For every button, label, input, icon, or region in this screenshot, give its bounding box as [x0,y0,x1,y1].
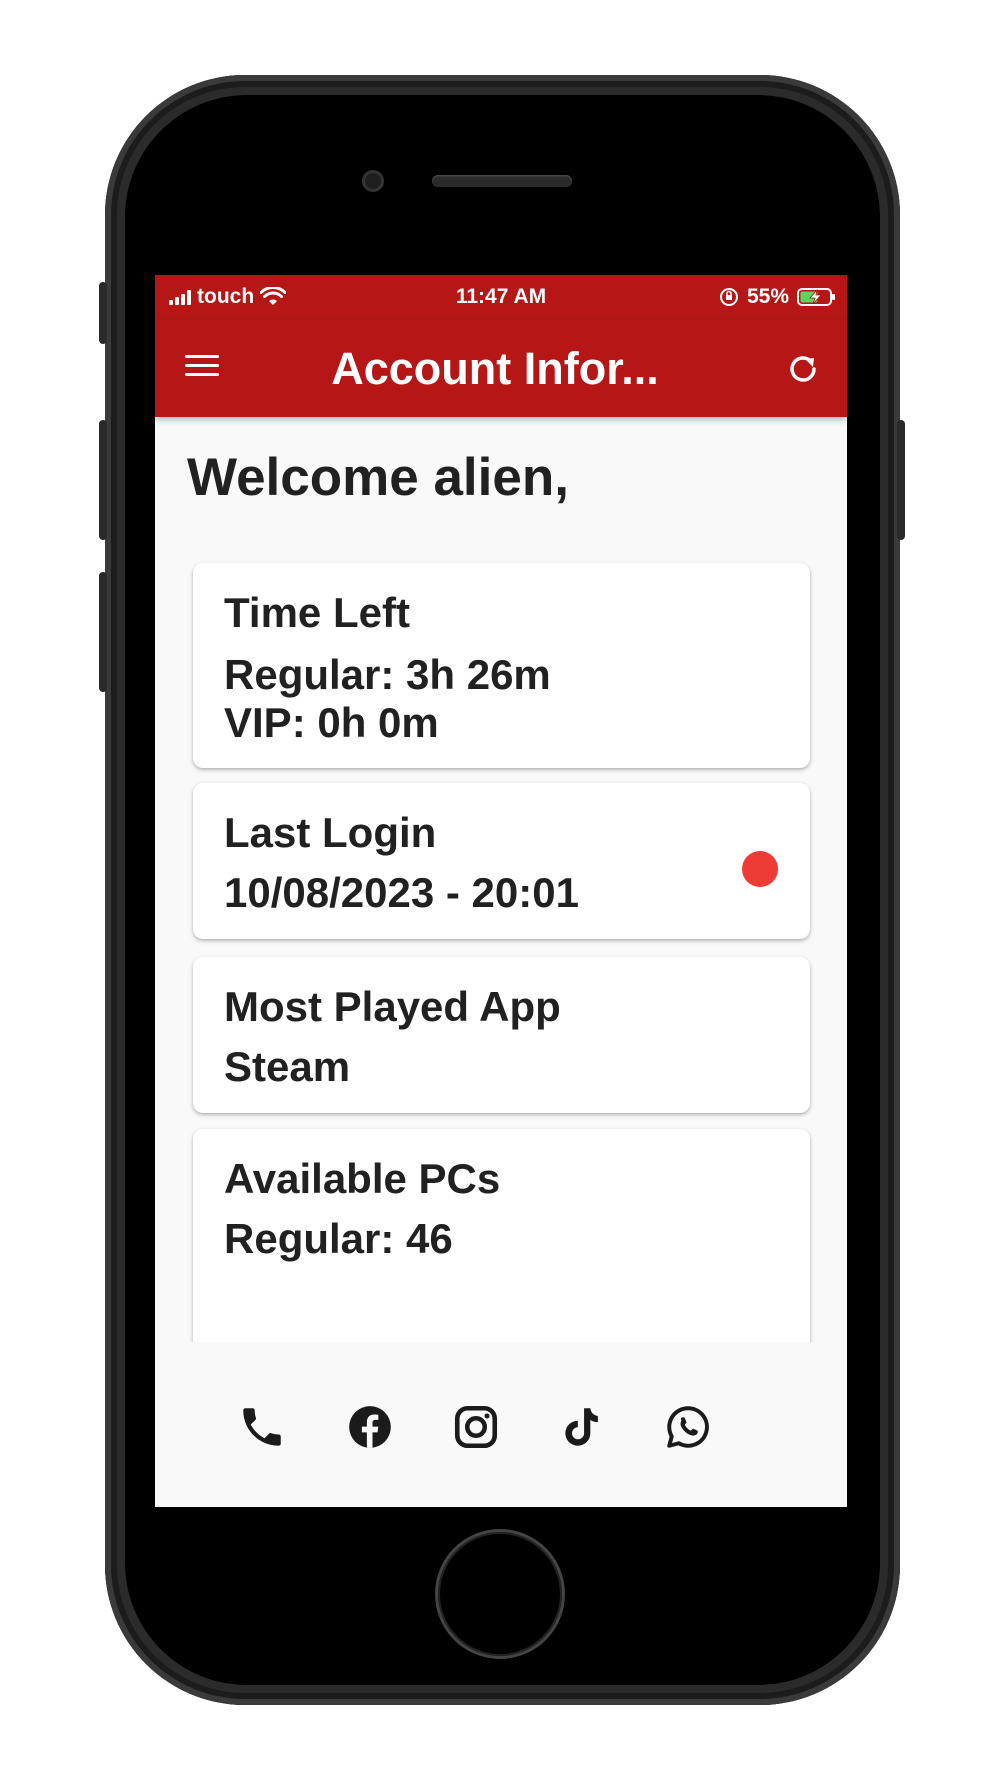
orientation-lock-icon [719,288,738,306]
refresh-icon[interactable] [783,349,823,389]
welcome-heading: Welcome alien, [187,448,569,507]
app-bar: Account Infor... [155,319,847,417]
most-played-value: Steam [224,1043,351,1090]
vip-time-left: VIP: 0h 0m [224,699,439,746]
status-indicator [742,851,778,887]
whatsapp-icon[interactable] [663,1402,713,1452]
facebook-icon[interactable] [345,1402,395,1452]
power-button [897,420,905,540]
last-login-value: 10/08/2023 - 20:01 [224,869,579,916]
status-bar: touch 11:47 AM 55% [155,275,847,319]
tiktok-icon[interactable] [557,1402,607,1452]
mute-switch [99,282,107,344]
battery-percent: 55% [746,285,789,308]
last-login-card: Last Login 10/08/2023 - 20:01 [193,783,810,939]
home-button[interactable] [438,1532,562,1656]
screen: touch 11:47 AM 55% Account Infor... Welc… [155,275,847,1507]
battery-charging-icon [797,288,835,306]
card-title: Last Login [224,809,437,856]
card-title: Available PCs [224,1155,501,1202]
menu-icon[interactable] [185,349,225,389]
card-title: Time Left [224,589,410,636]
page-title: Account Infor... [331,343,659,394]
volume-down-button [99,572,107,692]
time-left-card: Time Left Regular: 3h 26m VIP: 0h 0m [193,563,810,768]
volume-up-button [99,420,107,540]
regular-time-left: Regular: 3h 26m [224,651,551,698]
social-bar [155,1342,847,1507]
card-title: Most Played App [224,983,561,1030]
available-pcs-card: Available PCs Regular: 46 [193,1129,810,1342]
phone-icon[interactable] [237,1402,287,1452]
earpiece-speaker [432,175,572,187]
most-played-card: Most Played App Steam [193,957,810,1113]
available-regular-pcs: Regular: 46 [224,1215,453,1262]
instagram-icon[interactable] [451,1402,501,1452]
front-camera [362,170,384,192]
content-scroll-area[interactable]: Welcome alien, Time Left Regular: 3h 26m… [155,417,847,1342]
